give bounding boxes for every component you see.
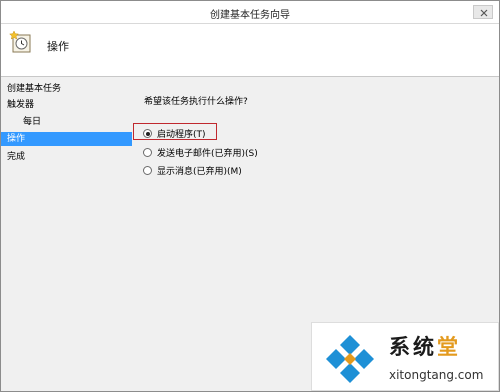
window-title: 创建基本任务向导	[210, 10, 290, 21]
close-button[interactable]	[473, 5, 493, 19]
wizard-steps-sidebar: 创建基本任务 触发器 每日 操作 完成	[1, 78, 132, 378]
sidebar-item-trigger[interactable]: 触发器	[1, 98, 132, 112]
xitongtang-logo-icon	[326, 335, 374, 383]
option-send-email[interactable]: 发送电子邮件(已弃用)(S)	[143, 146, 258, 159]
watermark-url: xitongtang.com	[389, 368, 484, 382]
annotation-highlight-box	[133, 123, 217, 140]
watermark-prefix: 系统	[389, 335, 437, 359]
task-wizard-icon	[9, 30, 31, 53]
send-email-label: 发送电子邮件(已弃用)(S)	[157, 149, 258, 159]
wizard-header: 操作	[1, 24, 499, 77]
action-question: 希望该任务执行什么操作?	[144, 97, 248, 107]
close-icon	[480, 9, 488, 17]
sidebar-item-action[interactable]: 操作	[1, 132, 132, 146]
watermark-highlight: 堂	[437, 335, 461, 359]
page-title: 操作	[47, 40, 69, 53]
watermark: 系统堂 xitongtang.com	[311, 322, 499, 391]
option-display-message[interactable]: 显示消息(已弃用)(M)	[143, 164, 242, 177]
display-message-label: 显示消息(已弃用)(M)	[157, 167, 242, 177]
sidebar-item-daily[interactable]: 每日	[1, 115, 132, 129]
send-email-radio[interactable]	[143, 148, 152, 157]
sidebar-item-finish[interactable]: 完成	[1, 150, 132, 164]
title-bar: 创建基本任务向导	[1, 1, 499, 24]
sidebar-item-create-basic-task[interactable]: 创建基本任务	[1, 82, 132, 96]
watermark-brand-text: 系统堂	[389, 331, 461, 361]
display-message-radio[interactable]	[143, 166, 152, 175]
